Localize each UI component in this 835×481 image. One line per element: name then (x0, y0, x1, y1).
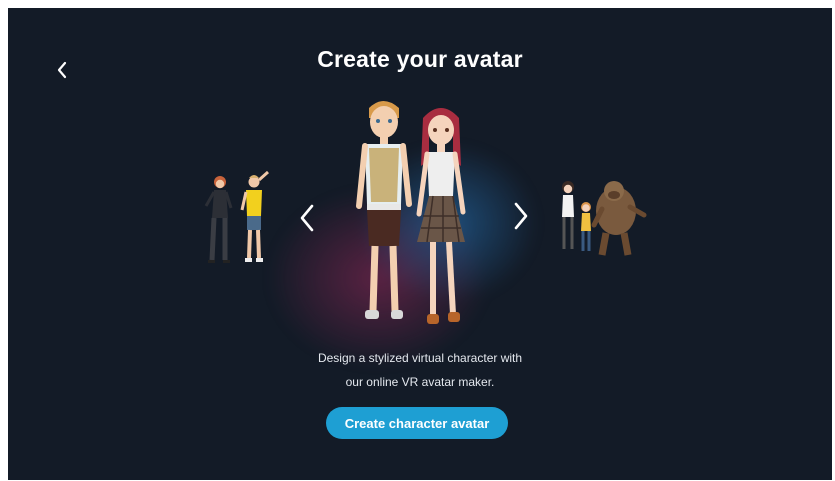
description-line-1: Design a stylized virtual character with (317, 351, 523, 365)
avatar-preview-right[interactable] (548, 173, 648, 263)
chevron-right-icon (514, 202, 528, 230)
create-character-avatar-button[interactable]: Create character avatar (326, 407, 508, 439)
avatar-preview-main[interactable] (353, 96, 483, 341)
carousel-next-button[interactable] (508, 199, 534, 233)
chevron-left-icon (300, 204, 314, 232)
app-frame: Create your avatar Design a stylized vir… (8, 8, 832, 480)
description-line-2: our online VR avatar maker. (345, 375, 495, 389)
page-title: Create your avatar (317, 46, 523, 72)
avatar-preview-left[interactable] (198, 168, 278, 278)
description: Design a stylized virtual character with… (8, 346, 832, 394)
carousel-prev-button[interactable] (294, 201, 320, 235)
